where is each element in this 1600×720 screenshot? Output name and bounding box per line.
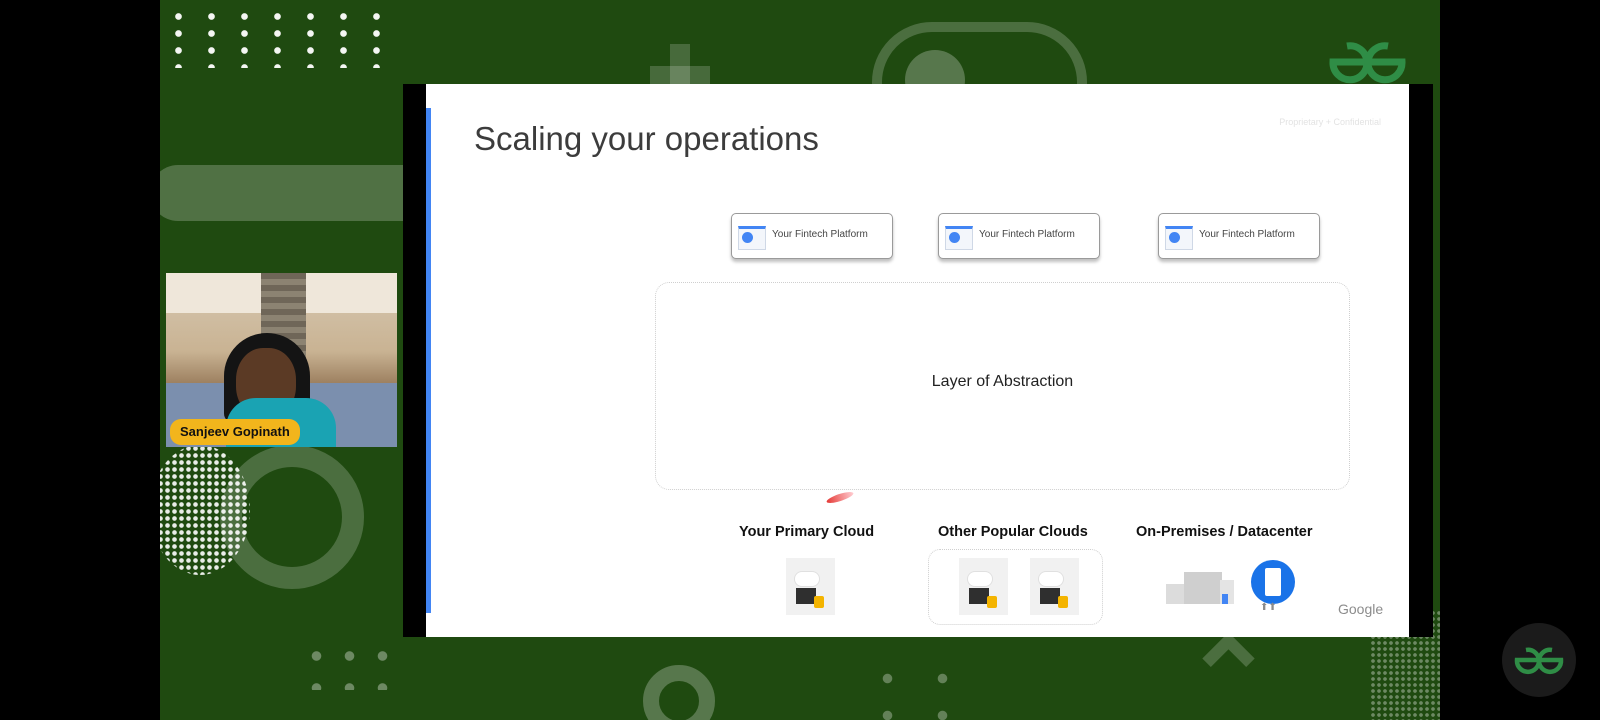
decorative-bottom-ring (643, 665, 715, 720)
browser-window-icon (945, 226, 973, 250)
cloud-server-icon (959, 558, 1008, 615)
platform-card: Your Fintech Platform (1158, 213, 1320, 259)
primary-cloud-label: Your Primary Cloud (739, 524, 875, 540)
gfg-watermark-badge (1502, 623, 1576, 697)
popular-clouds-label: Other Popular Clouds (938, 524, 1088, 540)
server-icon (1251, 560, 1295, 604)
platform-label: Your Fintech Platform (772, 229, 868, 240)
platform-card: Your Fintech Platform (731, 213, 893, 259)
decorative-ring (220, 445, 364, 589)
platform-card: Your Fintech Platform (938, 213, 1100, 259)
decorative-bottom-dots (300, 640, 410, 690)
datacenter-label: On-Premises / Datacenter (1136, 524, 1313, 540)
decorative-chevron (1202, 632, 1255, 685)
gfg-logo-icon (1329, 42, 1406, 84)
decorative-dot-grid (160, 8, 405, 68)
slide-title: Scaling your operations (474, 120, 819, 157)
datacenter-icon (1166, 562, 1261, 607)
confidential-label: Proprietary + Confidential (1279, 117, 1381, 127)
cloud-server-icon (1030, 558, 1079, 615)
browser-window-icon (738, 226, 766, 250)
presentation-slide: Scaling your operations Proprietary + Co… (426, 84, 1409, 637)
platform-label: Your Fintech Platform (979, 229, 1075, 240)
browser-window-icon (1165, 226, 1193, 250)
google-brand-text: Google (1338, 601, 1384, 617)
slide-accent-stripe (426, 108, 431, 613)
presenter-name-tag: Sanjeev Gopinath (170, 419, 300, 445)
laser-pointer-trail (825, 489, 855, 506)
gfg-logo-icon (1514, 647, 1564, 675)
presenter-video: Sanjeev Gopinath (166, 273, 397, 447)
decorative-bottom-dots-center (860, 660, 990, 720)
platform-label: Your Fintech Platform (1199, 229, 1295, 240)
people-icon: ⬆⬆ (1260, 602, 1277, 613)
cloud-server-icon (786, 558, 835, 615)
abstraction-layer-box: Layer of Abstraction (655, 282, 1350, 490)
abstraction-label: Layer of Abstraction (931, 373, 1074, 390)
